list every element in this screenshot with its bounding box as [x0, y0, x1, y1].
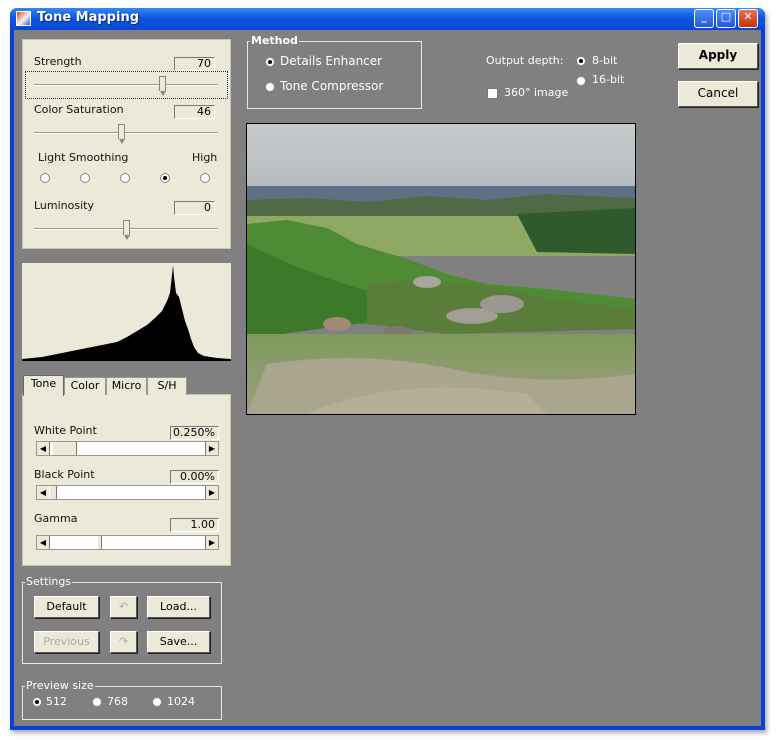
output-depth-radio-8bit[interactable]: [576, 56, 586, 66]
tone-mapping-window: Tone Mapping _ □ ✕ Strength 70 Color Sat…: [10, 8, 765, 730]
minimize-button[interactable]: _: [694, 9, 714, 28]
preview-size-768-label: 768: [107, 695, 128, 708]
preview-image[interactable]: [246, 123, 636, 415]
strength-slider-thumb[interactable]: [159, 76, 166, 96]
black-point-scroll-thumb[interactable]: [49, 486, 57, 499]
tab-micro[interactable]: Micro: [106, 377, 147, 395]
panorama-checkbox[interactable]: [487, 88, 498, 99]
white-point-value[interactable]: 0.250%: [170, 426, 219, 440]
load-button[interactable]: Load...: [147, 596, 210, 618]
gamma-label: Gamma: [34, 512, 78, 525]
strength-label: Strength: [34, 55, 82, 68]
light-smoothing-radio-1[interactable]: [40, 173, 50, 183]
preview-size-group-label: Preview size: [25, 679, 95, 692]
white-point-scroll-left-icon[interactable]: ◀: [37, 442, 50, 455]
luminosity-value[interactable]: 0: [174, 201, 215, 215]
close-button[interactable]: ✕: [738, 9, 758, 28]
cancel-button[interactable]: Cancel: [678, 81, 758, 107]
strength-value[interactable]: 70: [174, 57, 215, 71]
light-smoothing-radio-2[interactable]: [80, 173, 90, 183]
gamma-scroll-right-icon[interactable]: ▶: [205, 536, 218, 549]
preview-size-512-label: 512: [46, 695, 67, 708]
black-point-scrollbar[interactable]: ◀ ▶: [36, 485, 219, 500]
tab-color[interactable]: Color: [64, 377, 106, 395]
gamma-scroll-thumb[interactable]: [97, 536, 102, 549]
method-group-label: Method: [250, 34, 299, 47]
maximize-button[interactable]: □: [716, 9, 736, 28]
landscape-photo: [247, 124, 635, 414]
output-depth-8bit-label: 8-bit: [592, 54, 618, 67]
undo-button[interactable]: ↶: [110, 596, 137, 618]
strength-track: [34, 84, 218, 86]
client-area: Strength 70 Color Saturation 46 Light Sm…: [14, 30, 761, 726]
black-point-scroll-right-icon[interactable]: ▶: [205, 486, 218, 499]
color-saturation-value[interactable]: 46: [174, 105, 215, 119]
light-smoothing-high-label: High: [192, 151, 218, 164]
light-smoothing-radio-3[interactable]: [120, 173, 130, 183]
luminosity-label: Luminosity: [34, 199, 94, 212]
previous-button[interactable]: Previous: [34, 631, 99, 653]
tab-strip: Tone Color Micro S/H: [23, 375, 231, 396]
preview-size-group: Preview size 512 768 1024: [22, 679, 222, 720]
output-depth-label: Output depth:: [486, 54, 564, 67]
black-point-label: Black Point: [34, 468, 95, 481]
redo-button[interactable]: ↷: [110, 631, 137, 653]
color-saturation-track: [34, 132, 218, 134]
color-saturation-label: Color Saturation: [34, 103, 124, 116]
redo-icon: ↷: [118, 635, 129, 648]
white-point-label: White Point: [34, 424, 97, 437]
black-point-value[interactable]: 0.00%: [170, 470, 219, 484]
light-smoothing-label: Light Smoothing: [38, 151, 129, 164]
default-button[interactable]: Default: [34, 596, 99, 618]
color-saturation-slider-thumb[interactable]: [118, 124, 125, 144]
method-radio-details-enhancer[interactable]: [265, 57, 275, 67]
undo-icon: ↶: [118, 600, 129, 613]
output-depth-16bit-label: 16-bit: [592, 73, 625, 86]
tab-sh[interactable]: S/H: [147, 377, 187, 395]
gamma-scrollbar[interactable]: ◀ ▶: [36, 535, 219, 550]
luminosity-slider-thumb[interactable]: [123, 220, 130, 240]
settings-group-label: Settings: [25, 575, 73, 588]
gamma-scroll-left-icon[interactable]: ◀: [37, 536, 50, 549]
light-smoothing-radio-5[interactable]: [200, 173, 210, 183]
light-smoothing-radio-4[interactable]: [160, 173, 170, 183]
maximize-icon: □: [720, 10, 732, 23]
method-tone-compressor-label: Tone Compressor: [280, 79, 384, 93]
adjustments-panel: Strength 70 Color Saturation 46 Light Sm…: [22, 39, 231, 249]
title-bar[interactable]: Tone Mapping _ □ ✕: [10, 8, 765, 30]
window-title: Tone Mapping: [37, 10, 140, 25]
white-point-scrollbar[interactable]: ◀ ▶: [36, 441, 219, 456]
panorama-label: 360° image: [504, 86, 569, 99]
preview-size-radio-512[interactable]: [32, 697, 42, 707]
preview-size-1024-label: 1024: [167, 695, 195, 708]
output-depth-radio-16bit[interactable]: [576, 76, 586, 86]
settings-group: Settings Default ↶ Load... Previous ↷ Sa…: [22, 575, 222, 664]
tone-tab-panel: White Point 0.250% ◀ ▶ Black Point 0.00%…: [22, 394, 231, 566]
app-icon: [16, 11, 31, 26]
gamma-value[interactable]: 1.00: [170, 518, 219, 532]
white-point-scroll-thumb[interactable]: [52, 442, 77, 455]
method-radio-tone-compressor[interactable]: [265, 82, 275, 92]
histogram-panel: [22, 263, 231, 361]
tab-tone[interactable]: Tone: [23, 375, 64, 396]
white-point-scroll-right-icon[interactable]: ▶: [205, 442, 218, 455]
method-details-enhancer-label: Details Enhancer: [280, 54, 383, 68]
minimize-icon: _: [701, 10, 707, 23]
close-icon: ✕: [743, 10, 753, 23]
preview-size-radio-768[interactable]: [92, 697, 102, 707]
save-button[interactable]: Save...: [147, 631, 210, 653]
preview-size-radio-1024[interactable]: [152, 697, 162, 707]
histogram-chart: [22, 265, 231, 361]
method-group: Method Details Enhancer Tone Compressor: [247, 34, 422, 109]
apply-button[interactable]: Apply: [678, 43, 758, 69]
